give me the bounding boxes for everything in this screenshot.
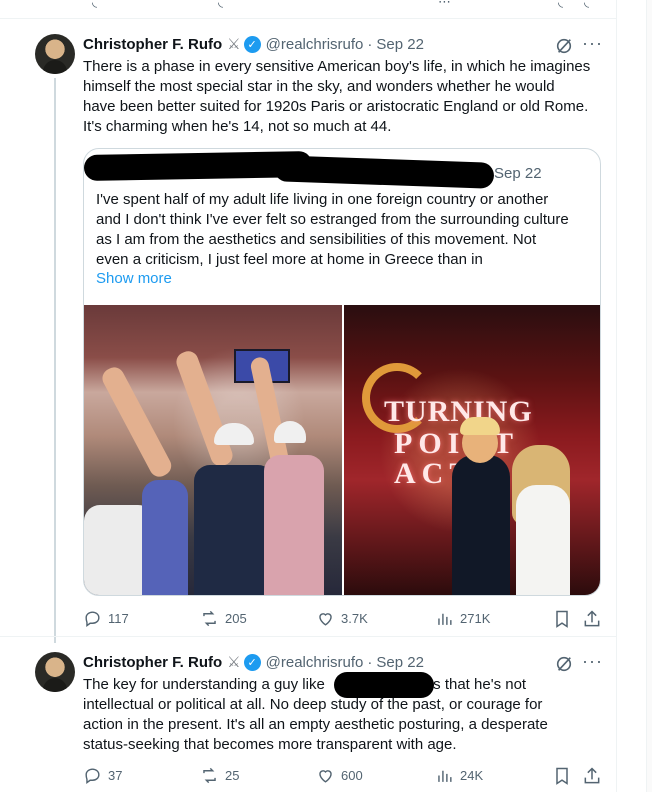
- crowd-member: [142, 480, 188, 595]
- reply-icon: [85, 611, 100, 628]
- crossed-swords-icon: ⚔: [227, 654, 241, 671]
- verified-badge-icon[interactable]: ✓: [243, 35, 261, 53]
- redaction-mark: [334, 672, 434, 698]
- like-button[interactable]: 600: [316, 766, 363, 785]
- share-icon[interactable]: [582, 766, 602, 786]
- right-column-border: [616, 0, 617, 792]
- tweet-date[interactable]: Sep 22: [376, 36, 424, 53]
- raised-arm: [98, 363, 175, 481]
- share-icon[interactable]: [582, 609, 602, 629]
- tweet-text-line: himself the most special star in the sky…: [83, 78, 555, 95]
- quote-text-line: and I don't think I've ever felt so estr…: [96, 211, 569, 228]
- author-name[interactable]: Christopher F. Rufo: [83, 36, 222, 53]
- thread-connector: [54, 78, 56, 643]
- bookmark-icon[interactable]: [552, 609, 572, 629]
- reply-button[interactable]: 37: [83, 766, 122, 785]
- quote-text: I've spent half of my adult life living …: [96, 190, 592, 270]
- tweet-text-line: intellectual or political at all. No dee…: [83, 696, 543, 713]
- tweet-text-line: It's charming when he's 14, not so much …: [83, 118, 392, 135]
- views-icon[interactable]: ⋯: [438, 0, 451, 10]
- tweet-text: There is a phase in every sensitive Amer…: [83, 57, 608, 137]
- cap: [274, 421, 306, 443]
- more-options-icon[interactable]: ···: [582, 651, 603, 672]
- author-handle[interactable]: @realchrisrufo: [266, 654, 364, 671]
- crossed-swords-icon: ⚔: [227, 36, 241, 53]
- tweet-date[interactable]: Sep 22: [376, 654, 424, 671]
- author-name[interactable]: Christopher F. Rufo: [83, 654, 222, 671]
- like-count: 600: [341, 768, 363, 783]
- quote-date[interactable]: Sep 22: [494, 165, 542, 182]
- grok-icon[interactable]: [555, 655, 573, 673]
- previous-tweet-actions: ◟ ◟ ⋯ ◟ ◟: [80, 0, 600, 10]
- speaker-hair: [460, 417, 500, 435]
- quote-text-line: I've spent half of my adult life living …: [96, 191, 549, 208]
- right-column-edge: [646, 0, 652, 792]
- author-handle[interactable]: @realchrisrufo: [266, 36, 364, 53]
- tweet-text-line: status-seeking that becomes more transpa…: [83, 736, 457, 753]
- redaction-mark: [273, 155, 495, 189]
- stage-event-photo[interactable]: TURNING POINT ACT: [344, 305, 600, 595]
- avatar[interactable]: [35, 652, 75, 692]
- heart-icon: [319, 770, 332, 783]
- tweet-header: Christopher F. Rufo ⚔ ✓ @realchrisrufo ·…: [83, 653, 424, 671]
- grok-icon[interactable]: [555, 37, 573, 55]
- view-count: 24K: [460, 768, 484, 783]
- bookmark-icon[interactable]: [552, 766, 572, 786]
- quote-text-line: even a criticism, I just feel more at ho…: [96, 251, 483, 268]
- repost-count: 205: [225, 611, 247, 626]
- quote-text-line: as I am from the aesthetics and sensibil…: [96, 231, 537, 248]
- share-icon[interactable]: ◟: [584, 0, 589, 10]
- crowd-member: [264, 455, 324, 595]
- views-button[interactable]: 24K: [435, 766, 483, 785]
- repost-count: 25: [225, 768, 240, 783]
- reply-icon[interactable]: ◟: [92, 0, 97, 10]
- tweet-text-line: action in the present. It's all an empty…: [83, 716, 548, 733]
- reply-count: 117: [108, 611, 129, 626]
- stadium-crowd-photo[interactable]: [84, 305, 342, 595]
- cap: [214, 423, 254, 445]
- separator-dot: ·: [367, 35, 373, 53]
- quoted-tweet-card[interactable]: Sep 22 I've spent half of my adult life …: [83, 148, 601, 596]
- views-icon: [438, 770, 452, 782]
- reply-icon: [85, 768, 100, 785]
- heart-icon: [319, 613, 332, 626]
- bookmark-icon[interactable]: ◟: [558, 0, 563, 10]
- stage-sign-line1: TURNING: [384, 395, 533, 428]
- like-count: 3.7K: [341, 611, 368, 626]
- avatar[interactable]: [35, 34, 75, 74]
- like-button[interactable]: 3.7K: [316, 609, 368, 628]
- tweet-header: Christopher F. Rufo ⚔ ✓ @realchrisrufo ·…: [83, 35, 424, 53]
- tweet-text-line: have been better suited for 1920s Paris …: [83, 98, 589, 115]
- tweet-divider: [0, 18, 616, 19]
- view-count: 271K: [460, 611, 491, 626]
- repost-icon: [203, 767, 216, 784]
- reply-button[interactable]: 117: [83, 609, 129, 628]
- separator-dot: ·: [367, 653, 373, 671]
- reply-count: 37: [108, 768, 123, 783]
- views-button[interactable]: 271K: [435, 609, 490, 628]
- crowd-member: [194, 465, 274, 595]
- show-more-link[interactable]: Show more: [96, 270, 172, 287]
- repost-button[interactable]: 205: [200, 609, 247, 628]
- views-icon: [438, 613, 452, 625]
- tweet-text-line: There is a phase in every sensitive Amer…: [83, 58, 591, 75]
- verified-badge-icon[interactable]: ✓: [243, 653, 261, 671]
- tweet-divider: [0, 636, 616, 637]
- more-options-icon[interactable]: ···: [582, 33, 603, 54]
- repost-icon[interactable]: ◟: [218, 0, 223, 10]
- speaker-figure: [452, 455, 510, 595]
- repost-icon: [203, 610, 216, 627]
- second-figure: [516, 485, 570, 595]
- repost-button[interactable]: 25: [200, 766, 239, 785]
- raised-arm: [173, 348, 236, 469]
